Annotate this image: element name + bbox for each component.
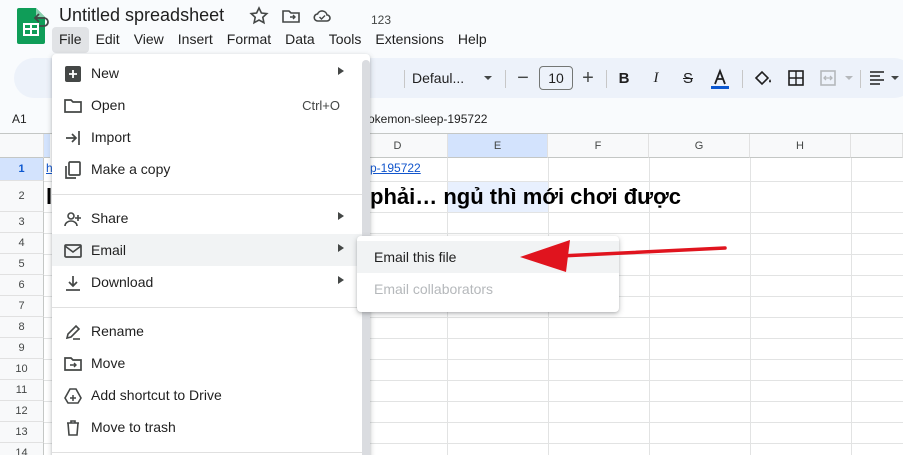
row-header-8[interactable]: 8 bbox=[0, 317, 44, 338]
submenu-arrow-icon bbox=[338, 67, 344, 75]
increase-font-size-button[interactable]: + bbox=[578, 58, 598, 98]
chevron-down-icon[interactable] bbox=[482, 58, 494, 98]
menu-item-move[interactable]: Move bbox=[52, 347, 370, 379]
italic-button[interactable]: I bbox=[646, 58, 666, 98]
document-title[interactable]: Untitled spreadsheet bbox=[59, 5, 224, 26]
new-sheet-icon bbox=[65, 66, 81, 82]
row-header-12[interactable]: 12 bbox=[0, 401, 44, 422]
row-header-6[interactable]: 6 bbox=[0, 275, 44, 296]
menu-item-label: New bbox=[91, 65, 120, 81]
row-header-4[interactable]: 4 bbox=[0, 233, 44, 254]
move-folder-icon bbox=[64, 357, 82, 371]
row-header-10[interactable]: 10 bbox=[0, 359, 44, 380]
cell-d1-link[interactable]: p-195722 bbox=[370, 161, 421, 175]
shortcut-label: Ctrl+O bbox=[302, 98, 340, 113]
submenu-item-email-collaborators: Email collaborators bbox=[374, 281, 494, 297]
font-family-select[interactable]: Defaul... bbox=[412, 58, 478, 98]
share-icon bbox=[64, 212, 81, 227]
number-format-button[interactable]: 123 bbox=[368, 0, 394, 40]
folder-open-icon bbox=[64, 99, 82, 113]
copy-icon bbox=[65, 161, 81, 179]
row-header-14[interactable]: 14 bbox=[0, 443, 44, 455]
row-header-13[interactable]: 13 bbox=[0, 422, 44, 443]
menu-item-label: Download bbox=[91, 274, 154, 290]
rename-icon bbox=[65, 324, 81, 340]
menu-bar: File Edit View Insert Format Data Tools … bbox=[52, 27, 494, 53]
menu-insert[interactable]: Insert bbox=[171, 27, 220, 53]
menu-item-move-to-trash[interactable]: Move to trash bbox=[52, 411, 370, 443]
menu-data[interactable]: Data bbox=[278, 27, 322, 53]
menu-item-label: Move to trash bbox=[91, 419, 176, 435]
merge-cells-icon[interactable] bbox=[818, 58, 838, 98]
submenu-arrow-icon bbox=[338, 276, 344, 284]
name-box[interactable]: A1 bbox=[12, 112, 27, 126]
menu-item-label: Open bbox=[91, 97, 126, 113]
submenu-arrow-icon bbox=[338, 212, 344, 220]
row-header-9[interactable]: 9 bbox=[0, 338, 44, 359]
submenu-item-email-this-file[interactable]: Email this file bbox=[357, 241, 619, 273]
menu-item-rename[interactable]: Rename bbox=[52, 315, 370, 347]
menu-item-label: Share bbox=[91, 210, 129, 226]
trash-icon bbox=[67, 420, 79, 436]
select-all-corner[interactable] bbox=[0, 134, 44, 158]
menu-item-label: Email bbox=[91, 242, 127, 258]
align-chevron-icon[interactable] bbox=[888, 58, 902, 98]
column-header-f[interactable]: F bbox=[548, 134, 649, 158]
email-icon bbox=[64, 244, 82, 258]
cloud-saved-icon[interactable] bbox=[312, 6, 332, 26]
menu-item-label: Move bbox=[91, 355, 126, 371]
menu-item-share[interactable]: Share bbox=[52, 202, 370, 234]
text-color-icon[interactable] bbox=[708, 58, 732, 98]
row-header-5[interactable]: 5 bbox=[0, 254, 44, 275]
column-header-e[interactable]: E bbox=[448, 134, 548, 158]
import-icon bbox=[66, 131, 80, 145]
column-header-i[interactable] bbox=[851, 134, 903, 158]
menu-item-download[interactable]: Download bbox=[52, 266, 370, 298]
formula-input[interactable]: okemon-sleep-195722 bbox=[368, 112, 487, 126]
row-header-11[interactable]: 11 bbox=[0, 380, 44, 401]
drive-shortcut-icon bbox=[64, 388, 82, 404]
column-header-h[interactable]: H bbox=[750, 134, 851, 158]
star-icon[interactable] bbox=[249, 6, 269, 26]
bold-button[interactable]: B bbox=[614, 58, 634, 98]
spreadsheet-window: Untitled spreadsheet File Edit View Inse… bbox=[0, 0, 903, 455]
row-header-7[interactable]: 7 bbox=[0, 296, 44, 317]
submenu-arrow-icon bbox=[338, 244, 344, 252]
strikethrough-button[interactable]: S bbox=[678, 58, 698, 98]
menu-item-label: Add shortcut to Drive bbox=[91, 387, 222, 403]
move-folder-icon[interactable] bbox=[281, 6, 301, 26]
menu-item-email[interactable]: Email bbox=[52, 234, 370, 266]
download-icon bbox=[66, 276, 80, 291]
menu-item-add-shortcut[interactable]: Add shortcut to Drive bbox=[52, 379, 370, 411]
menu-tools[interactable]: Tools bbox=[322, 27, 369, 53]
row-header-3[interactable]: 3 bbox=[0, 212, 44, 233]
row-header-2[interactable]: 2 bbox=[0, 181, 44, 212]
menu-item-import[interactable]: Import bbox=[52, 121, 370, 153]
menu-item-make-a-copy[interactable]: Make a copy bbox=[52, 153, 370, 185]
row-header-1[interactable]: 1 bbox=[0, 158, 44, 181]
menu-edit[interactable]: Edit bbox=[89, 27, 127, 53]
menu-item-label: Rename bbox=[91, 323, 144, 339]
menu-view[interactable]: View bbox=[127, 27, 171, 53]
menu-help[interactable]: Help bbox=[451, 27, 494, 53]
menu-format[interactable]: Format bbox=[220, 27, 278, 53]
menu-item-label: Make a copy bbox=[91, 161, 171, 177]
column-header-a-partial[interactable] bbox=[44, 134, 50, 158]
font-size-input[interactable]: 10 bbox=[539, 66, 573, 90]
fill-color-icon[interactable] bbox=[750, 58, 774, 98]
menu-item-new[interactable]: New bbox=[52, 57, 370, 89]
merge-chevron-icon[interactable] bbox=[843, 58, 855, 98]
borders-icon[interactable] bbox=[786, 58, 806, 98]
email-submenu: Email this file Email collaborators bbox=[357, 236, 619, 312]
cell-d2-text: phải… ngủ thì mới chơi được bbox=[370, 184, 681, 209]
undo-icon[interactable] bbox=[28, 0, 52, 40]
menu-file[interactable]: File bbox=[52, 27, 89, 53]
column-header-g[interactable]: G bbox=[649, 134, 750, 158]
menu-item-open[interactable]: Open Ctrl+O bbox=[52, 89, 370, 121]
menu-item-label: Import bbox=[91, 129, 131, 145]
align-icon[interactable] bbox=[866, 58, 888, 98]
file-menu: New Open Ctrl+O Import Make a copy Share… bbox=[52, 54, 370, 455]
decrease-font-size-button[interactable]: − bbox=[512, 58, 534, 98]
